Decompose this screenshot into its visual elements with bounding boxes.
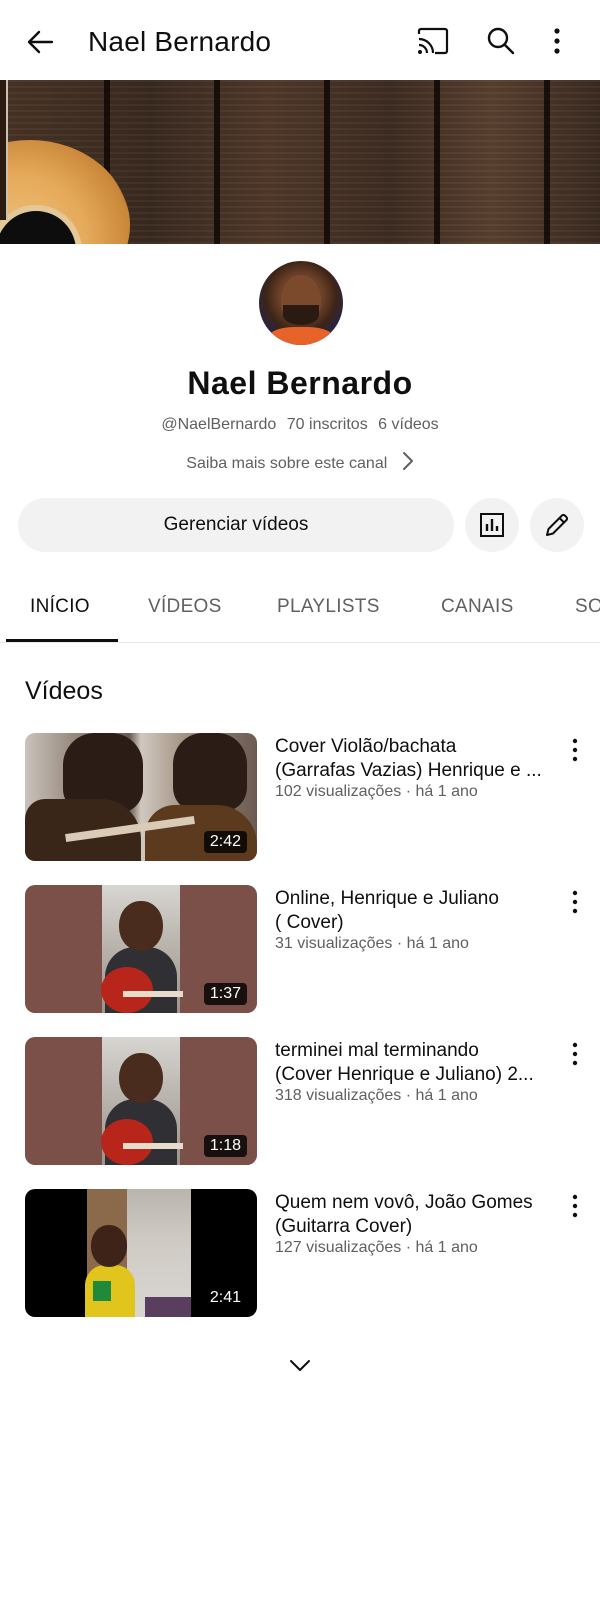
thumb-bed <box>145 1297 191 1317</box>
video-thumbnail[interactable]: 2:42 <box>25 733 257 861</box>
bar-chart-icon <box>479 512 505 538</box>
section-title: Vídeos <box>25 677 103 705</box>
about-channel-link[interactable]: Saiba mais sobre este canal <box>0 451 600 473</box>
back-arrow-icon[interactable] <box>22 24 58 60</box>
more-vert-icon[interactable] <box>565 1041 585 1071</box>
top-app-bar: Nael Bernardo <box>0 0 600 80</box>
tab-canais[interactable]: CANAIS <box>441 596 514 618</box>
video-count: 6 vídeos <box>378 416 439 433</box>
channel-name: Nael Bernardo <box>187 365 413 401</box>
more-vert-icon[interactable] <box>565 1193 585 1223</box>
video-item[interactable]: 1:37 Online, Henrique e Juliano ( Cover)… <box>25 885 600 1015</box>
thumb-guitar-neck <box>123 1143 183 1149</box>
channel-handle: @NaelBernardo <box>161 416 277 433</box>
video-title: Online, Henrique e Juliano ( Cover) <box>275 887 565 935</box>
video-title-line: (Guitarra Cover) <box>275 1216 413 1237</box>
cast-icon[interactable] <box>416 26 456 62</box>
subscriber-count: 70 inscritos <box>286 416 368 433</box>
guitar-neck <box>0 80 8 220</box>
video-title-line: terminei mal terminando <box>275 1040 479 1061</box>
channel-meta: @NaelBernardo 70 inscritos 6 vídeos <box>0 416 600 434</box>
thumb-guitar <box>101 967 153 1013</box>
video-duration: 2:42 <box>203 831 247 853</box>
video-title: Quem nem vovô, João Gomes (Guitarra Cove… <box>275 1191 565 1239</box>
more-vert-icon[interactable] <box>552 26 582 62</box>
avatar-shirt <box>267 327 335 345</box>
thumb-guitar <box>101 1119 153 1165</box>
chevron-down-icon[interactable] <box>288 1358 312 1378</box>
manage-videos-button[interactable]: Gerenciar vídeos <box>18 498 454 552</box>
video-item[interactable]: 2:42 Cover Violão/bachata (Garrafas Vazi… <box>25 733 600 863</box>
thumb-flag <box>93 1281 111 1301</box>
video-title: Cover Violão/bachata (Garrafas Vazias) H… <box>275 735 565 783</box>
chevron-right-icon <box>402 451 414 471</box>
video-item[interactable]: 1:18 terminei mal terminando (Cover Henr… <box>25 1037 600 1167</box>
video-item[interactable]: 2:41 Quem nem vovô, João Gomes (Guitarra… <box>25 1189 600 1319</box>
edit-channel-button[interactable] <box>530 498 584 552</box>
video-meta: 318 visualizações · há 1 ano <box>275 1087 478 1104</box>
pencil-icon <box>543 511 571 539</box>
video-title-line: ( Cover) <box>275 912 344 933</box>
more-vert-icon[interactable] <box>565 737 585 767</box>
tab-videos[interactable]: VÍDEOS <box>148 596 222 618</box>
tab-playlists[interactable]: PLAYLISTS <box>277 596 380 618</box>
video-meta: 31 visualizações · há 1 ano <box>275 935 469 952</box>
tab-sobre[interactable]: SO <box>575 596 600 618</box>
video-title-line: Cover Violão/bachata <box>275 736 457 757</box>
avatar[interactable] <box>259 261 343 345</box>
thumb-head <box>119 1053 163 1103</box>
video-title-line: (Garrafas Vazias) Henrique e ... <box>275 760 542 781</box>
video-title: terminei mal terminando (Cover Henrique … <box>275 1039 565 1087</box>
about-channel-label: Saiba mais sobre este canal <box>186 455 388 472</box>
video-thumbnail[interactable]: 1:18 <box>25 1037 257 1165</box>
more-vert-icon[interactable] <box>565 889 585 919</box>
tab-inicio[interactable]: INÍCIO <box>30 596 90 618</box>
video-meta: 102 visualizações · há 1 ano <box>275 783 478 800</box>
analytics-button[interactable] <box>465 498 519 552</box>
thumb-guitar-neck <box>123 991 183 997</box>
avatar-beard <box>283 305 319 325</box>
video-title-line: Online, Henrique e Juliano <box>275 888 499 909</box>
thumb-head <box>119 901 163 951</box>
thumb-head <box>91 1225 127 1267</box>
video-duration: 1:18 <box>203 1135 247 1157</box>
video-duration: 1:37 <box>203 983 247 1005</box>
channel-banner <box>0 80 600 244</box>
video-meta: 127 visualizações · há 1 ano <box>275 1239 478 1256</box>
video-title-line: (Cover Henrique e Juliano) 2... <box>275 1064 534 1085</box>
video-thumbnail[interactable]: 2:41 <box>25 1189 257 1317</box>
search-icon[interactable] <box>486 26 522 62</box>
channel-tabs: INÍCIO VÍDEOS PLAYLISTS CANAIS SO <box>0 576 600 643</box>
video-title-line: Quem nem vovô, João Gomes <box>275 1192 533 1213</box>
video-thumbnail[interactable]: 1:37 <box>25 885 257 1013</box>
thumb-person <box>173 733 247 811</box>
active-tab-indicator <box>6 639 118 642</box>
video-duration: 2:41 <box>203 1287 247 1309</box>
page-title: Nael Bernardo <box>88 26 272 57</box>
